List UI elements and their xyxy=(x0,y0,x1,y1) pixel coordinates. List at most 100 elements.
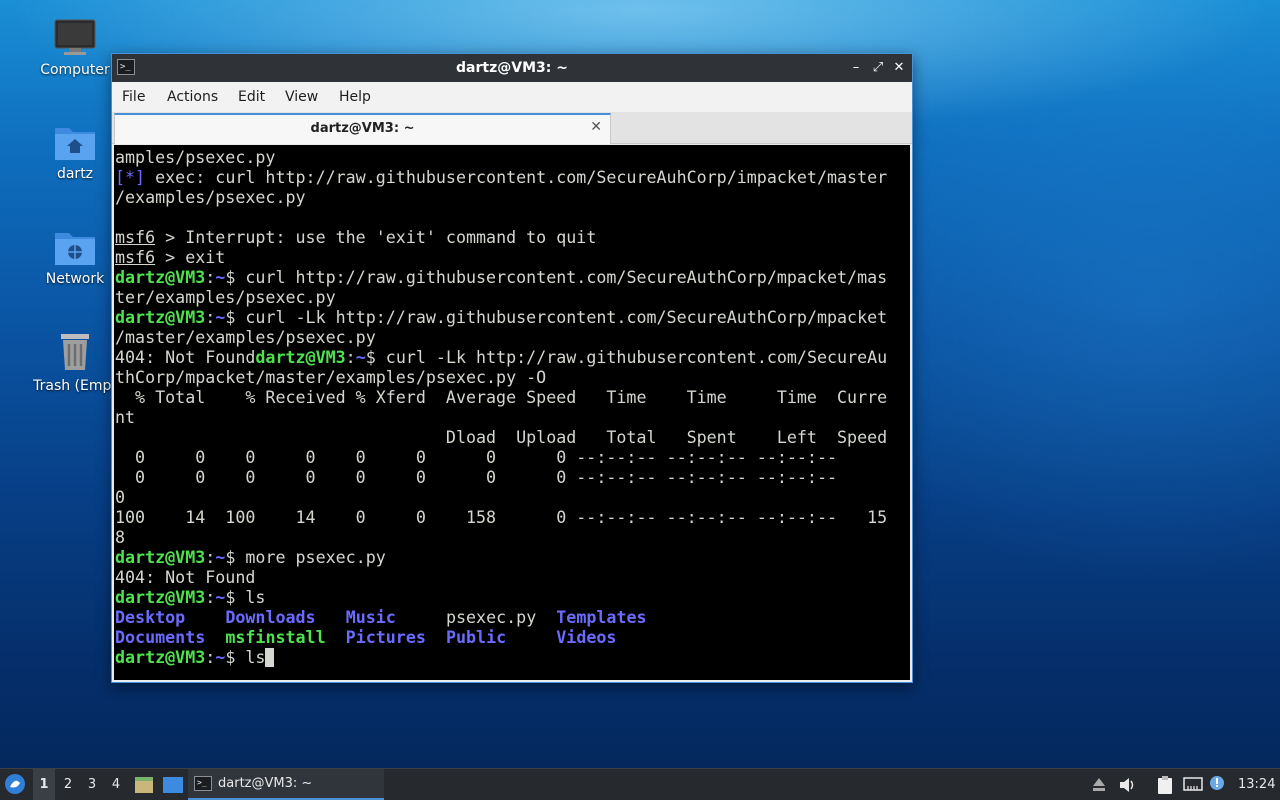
terminal-segment: amples/psexec.py xyxy=(115,148,276,167)
distro-logo-icon xyxy=(5,774,25,794)
terminal-segment: $ curl http://raw.githubusercontent.com/… xyxy=(225,268,888,287)
terminal-line: thCorp/mpacket/master/examples/psexec.py… xyxy=(115,368,546,387)
menu-help[interactable]: Help xyxy=(339,82,371,112)
terminal-segment xyxy=(185,608,225,627)
workspace-1[interactable]: 1 xyxy=(33,769,55,800)
notification-icon[interactable] xyxy=(1209,769,1225,800)
terminal-segment: $ curl -Lk http://raw.githubusercontent.… xyxy=(365,348,888,367)
app-menu-button[interactable] xyxy=(4,769,28,800)
tab-label: dartz@VM3: ~ xyxy=(310,121,415,136)
taskbar: 1 2 3 4 >_ dartz@VM3: ~ 13:24 xyxy=(0,768,1280,800)
terminal-segment: : xyxy=(205,648,216,667)
terminal-window[interactable]: >_ dartz@VM3: ~ – ⤢ ✕ File Actions Edit … xyxy=(111,53,913,683)
maximize-button[interactable]: ⤢ xyxy=(868,58,888,78)
terminal-line: /master/examples/psexec.py xyxy=(115,328,376,347)
terminal-line: [*] exec: curl http://raw.githubusercont… xyxy=(115,168,887,187)
terminal-segment: /master/examples/psexec.py xyxy=(115,328,376,347)
terminal-segment: Public xyxy=(445,628,507,647)
volume-icon[interactable] xyxy=(1119,769,1137,800)
minimize-button[interactable]: – xyxy=(846,58,866,78)
terminal-line: 0 0 0 0 0 0 0 0 --:--:-- --:--:-- --:--:… xyxy=(115,468,837,487)
terminal-segment: 0 xyxy=(115,488,126,507)
terminal-line: 0 xyxy=(115,488,125,507)
tab-close-icon[interactable]: ✕ xyxy=(590,119,602,135)
terminal-segment: exec: curl http://raw.githubusercontent.… xyxy=(145,168,888,187)
terminal-segment: % Total % Received % Xferd Average Speed… xyxy=(115,388,888,407)
terminal-segment: msfinstall xyxy=(225,628,326,647)
terminal-line: 404: Not Founddartz@VM3:~$ curl -Lk http… xyxy=(115,348,887,367)
window-titlebar[interactable]: >_ dartz@VM3: ~ – ⤢ ✕ xyxy=(112,54,912,82)
tab-bar: dartz@VM3: ~ ✕ xyxy=(112,112,912,144)
menubar: File Actions Edit View Help xyxy=(112,82,912,112)
file-manager-icon xyxy=(135,777,153,793)
terminal-segment: Pictures xyxy=(345,628,426,647)
clipboard-icon[interactable] xyxy=(1157,769,1175,800)
terminal-segment: 0 0 0 0 0 0 0 0 --:--:-- --:--:-- --:--:… xyxy=(115,448,838,467)
terminal-segment: $ curl -Lk http://raw.githubusercontent.… xyxy=(225,308,888,327)
terminal-segment: ~ xyxy=(215,548,226,567)
monitor-icon xyxy=(54,19,96,55)
desktop-icon xyxy=(163,777,183,793)
menu-view[interactable]: View xyxy=(285,82,318,112)
show-desktop-button[interactable] xyxy=(134,769,154,800)
terminal-segment: 0 0 0 0 0 0 0 0 --:--:-- --:--:-- --:--:… xyxy=(115,468,838,487)
workspace-3[interactable]: 3 xyxy=(81,769,103,800)
terminal-segment: Downloads xyxy=(225,608,316,627)
menu-edit[interactable]: Edit xyxy=(238,82,265,112)
terminal-line: msf6 > Interrupt: use the 'exit' command… xyxy=(115,228,596,247)
terminal-line: 8 xyxy=(115,528,125,547)
terminal-line: /examples/psexec.py xyxy=(115,188,306,207)
network-status-icon[interactable] xyxy=(1183,769,1203,800)
terminal-output[interactable]: amples/psexec.py [*] exec: curl http://r… xyxy=(114,145,910,680)
terminal-segment xyxy=(326,628,346,647)
terminal-line: Dload Upload Total Spent Left Speed xyxy=(115,428,887,447)
terminal-segment: : xyxy=(205,308,216,327)
clock[interactable]: 13:24 xyxy=(1238,769,1275,800)
terminal-segment: /examples/psexec.py xyxy=(115,188,306,207)
terminal-line: dartz@VM3:~$ ls xyxy=(115,588,265,607)
terminal-segment: 404: Not Found xyxy=(115,348,256,367)
terminal-line: amples/psexec.py xyxy=(115,148,275,167)
terminal-segment: $ ls xyxy=(225,588,266,607)
terminal-segment: [*] xyxy=(115,168,146,187)
terminal-segment: dartz@VM3 xyxy=(115,648,206,667)
eject-icon[interactable] xyxy=(1092,769,1108,800)
menu-actions[interactable]: Actions xyxy=(167,82,218,112)
terminal-line: 100 14 100 14 0 0 158 0 --:--:-- --:--:-… xyxy=(115,508,887,527)
terminal-line: msf6 > exit xyxy=(115,248,225,267)
terminal-segment: dartz@VM3 xyxy=(115,268,206,287)
desktop-launcher[interactable] xyxy=(162,769,184,800)
terminal-segment: ~ xyxy=(215,588,226,607)
terminal-segment xyxy=(506,628,556,647)
trash-icon xyxy=(61,334,89,370)
terminal-segment: dartz@VM3 xyxy=(115,548,206,567)
task-label: dartz@VM3: ~ xyxy=(218,776,313,791)
terminal-segment: $ more psexec.py xyxy=(225,548,386,567)
terminal-segment: : xyxy=(205,268,216,287)
workspace-2[interactable]: 2 xyxy=(57,769,79,800)
workspace-4[interactable]: 4 xyxy=(105,769,127,800)
window-title: dartz@VM3: ~ xyxy=(456,60,568,76)
network-folder-icon xyxy=(55,233,95,265)
terminal-segment: $ ls xyxy=(225,648,266,667)
terminal-segment: ~ xyxy=(355,348,366,367)
terminal-line: 0 0 0 0 0 0 0 0 --:--:-- --:--:-- --:--:… xyxy=(115,448,837,467)
terminal-segment: > exit xyxy=(155,248,226,267)
terminal-segment: > Interrupt: use the 'exit' command to q… xyxy=(155,228,597,247)
terminal-line: Desktop Downloads Music psexec.py Templa… xyxy=(115,608,647,627)
tab-terminal[interactable]: dartz@VM3: ~ ✕ xyxy=(114,113,611,144)
terminal-line: dartz@VM3:~$ ls xyxy=(115,648,275,667)
menu-file[interactable]: File xyxy=(122,82,145,112)
terminal-segment: Videos xyxy=(556,628,617,647)
terminal-segment: 404: Not Found xyxy=(115,568,256,587)
taskbar-task-terminal[interactable]: >_ dartz@VM3: ~ xyxy=(188,769,384,800)
terminal-segment: psexec.py xyxy=(395,608,557,627)
terminal-segment: ~ xyxy=(215,308,226,327)
terminal-segment: : xyxy=(205,588,216,607)
terminal-segment: : xyxy=(205,548,216,567)
terminal-segment: nt xyxy=(115,408,136,427)
terminal-segment: Desktop xyxy=(115,608,186,627)
close-button[interactable]: ✕ xyxy=(889,58,909,78)
terminal-line: nt xyxy=(115,408,135,427)
terminal-segment: Music xyxy=(345,608,396,627)
